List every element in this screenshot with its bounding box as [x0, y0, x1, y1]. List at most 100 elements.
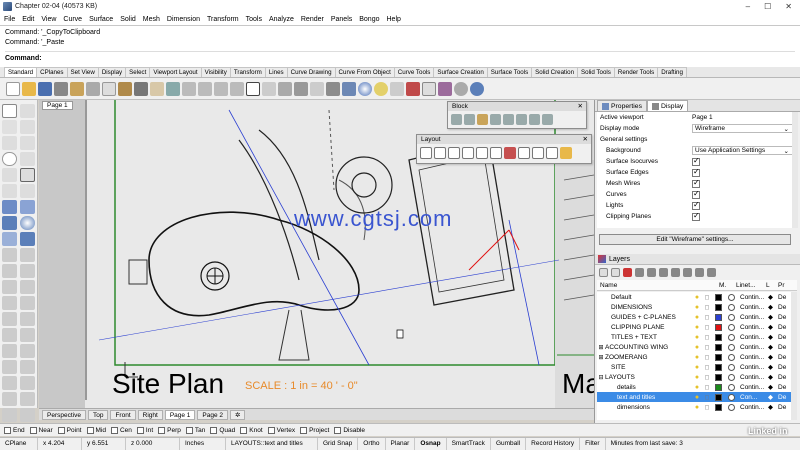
layer-name-cell[interactable]: CLIPPING PLANE — [597, 324, 692, 331]
layer-name-cell[interactable]: ⊞ ZOOMERANG — [597, 354, 692, 361]
freeform-curve-icon[interactable] — [20, 136, 35, 150]
text-icon[interactable] — [20, 184, 35, 198]
extrude-icon[interactable] — [20, 200, 35, 214]
layer-row[interactable]: DIMENSIONS ● ◻ Contin... ◆ De — [597, 302, 797, 312]
curves-checkbox[interactable] — [692, 189, 700, 199]
layer-linetype[interactable]: Contin... — [738, 364, 768, 371]
copy-tool-icon[interactable] — [20, 296, 35, 310]
block-edit-icon[interactable] — [490, 114, 501, 125]
fillet-icon[interactable] — [2, 248, 17, 262]
tab-surface-tools[interactable]: Surface Tools — [486, 67, 533, 77]
layer-name-cell[interactable]: TITLES + TEXT — [597, 334, 692, 341]
planar-toggle[interactable]: Planar — [386, 438, 416, 450]
layer-lineweight[interactable]: ◆ — [768, 363, 778, 371]
move-tool-icon[interactable] — [2, 296, 17, 310]
tab-right[interactable]: Right — [137, 409, 163, 420]
layer-linetype[interactable]: Contin... — [738, 294, 768, 301]
layout-check-icon[interactable] — [476, 147, 488, 159]
layer-lock-icon[interactable]: ◻ — [702, 374, 712, 381]
surface-edges-checkbox[interactable] — [692, 167, 700, 177]
tab-properties[interactable]: Properties — [597, 100, 647, 111]
tab-set-view[interactable]: Set View — [66, 67, 99, 77]
layer-material-swatch[interactable] — [728, 383, 735, 391]
block-define-icon[interactable] — [464, 114, 475, 125]
new-layout-icon[interactable] — [420, 147, 432, 159]
layout-lock-icon[interactable] — [504, 147, 516, 159]
layer-print-width[interactable]: De — [778, 404, 786, 411]
viewport-label-page-1[interactable]: Page 1 — [42, 101, 73, 110]
layer-print-width[interactable]: De — [778, 374, 786, 381]
layer-visible-bulb-icon[interactable]: ● — [692, 334, 702, 341]
layer-color-swatch[interactable] — [715, 353, 722, 361]
layout-detail-icon[interactable] — [462, 147, 474, 159]
ellipse-icon[interactable] — [2, 168, 17, 182]
four-viewports-icon[interactable] — [246, 81, 260, 96]
grid-icon[interactable] — [262, 81, 276, 96]
col-name[interactable]: Name — [597, 282, 719, 289]
layer-row[interactable]: dimensions ● ◻ Contin... ◆ De — [597, 402, 797, 412]
layout-zoom-icon[interactable] — [518, 147, 530, 159]
layout-folder-icon[interactable] — [560, 147, 572, 159]
command-prompt-input[interactable]: Command: — [5, 51, 795, 62]
tab-solid-tools[interactable]: Solid Tools — [577, 67, 615, 77]
layer-name-cell[interactable]: Default — [597, 294, 692, 301]
move-layer-down-icon[interactable] — [647, 267, 656, 277]
arc-icon[interactable] — [20, 152, 35, 166]
new-file-icon[interactable] — [6, 81, 20, 96]
layer-visible-bulb-icon[interactable]: ● — [692, 324, 702, 331]
layer-row[interactable]: details ● ◻ Contin... ◆ De — [597, 382, 797, 392]
layer-row[interactable]: GUIDES + C-PLANES ● ◻ Contin... ◆ De — [597, 312, 797, 322]
lights-checkbox[interactable] — [692, 200, 700, 210]
osnap-tan[interactable]: Tan — [185, 426, 205, 434]
rendered-display-icon[interactable] — [342, 81, 356, 96]
layer-lineweight[interactable]: ◆ — [768, 313, 778, 321]
curve-icon[interactable] — [2, 136, 17, 150]
layer-lock-icon[interactable]: ◻ — [702, 384, 712, 391]
gumball-toggle[interactable]: Gumball — [491, 438, 527, 450]
tab-transform[interactable]: Transform — [229, 67, 266, 77]
layer-visible-bulb-icon[interactable]: ● — [692, 374, 702, 381]
layer-material-swatch[interactable] — [728, 353, 735, 361]
layer-lock-icon[interactable]: ◻ — [702, 304, 712, 311]
copy-icon[interactable] — [102, 81, 116, 96]
shaded-display-icon[interactable] — [326, 81, 340, 96]
layer-material-swatch[interactable] — [728, 393, 735, 401]
menu-solid[interactable]: Solid — [120, 16, 136, 23]
layout-edit-icon[interactable] — [490, 147, 502, 159]
layer-visible-bulb-icon[interactable]: ● — [692, 394, 702, 401]
layer-lock-icon[interactable]: ◻ — [702, 334, 712, 341]
points-off-icon[interactable] — [20, 392, 35, 406]
layer-lock-icon[interactable]: ◻ — [702, 364, 712, 371]
move-icon[interactable] — [294, 81, 308, 96]
layer-lock-icon[interactable]: ◻ — [702, 404, 712, 411]
tab-curve-drawing[interactable]: Curve Drawing — [286, 67, 336, 77]
tab-render-tools[interactable]: Render Tools — [613, 67, 659, 77]
block-explode-icon[interactable] — [503, 114, 514, 125]
rotate-tool-icon[interactable] — [2, 312, 17, 326]
filter-toggle[interactable]: Filter — [580, 438, 606, 450]
layer-visible-bulb-icon[interactable]: ● — [692, 294, 702, 301]
mirror-icon[interactable] — [2, 328, 17, 342]
material-icon[interactable] — [438, 81, 452, 96]
menu-file[interactable]: File — [4, 16, 15, 23]
background-select[interactable]: Use Application Settings ⌄ — [692, 146, 798, 155]
layers-scrollbar[interactable] — [791, 292, 797, 420]
layer-row[interactable]: ⊞ ZOOMERANG ● ◻ Contin... ◆ De — [597, 352, 797, 362]
surface-icon[interactable] — [2, 200, 17, 214]
display-mode-select[interactable]: Wireframe ⌄ — [692, 124, 798, 133]
tab-viewport-layout[interactable]: Viewport Layout — [149, 67, 202, 77]
layer-name-cell[interactable]: GUIDES + C-PLANES — [597, 314, 692, 321]
layer-lineweight[interactable]: ◆ — [768, 303, 778, 311]
layer-tools-icon[interactable] — [683, 267, 692, 277]
help-icon[interactable] — [470, 81, 484, 96]
rectangle-icon[interactable] — [20, 168, 35, 182]
menu-curve[interactable]: Curve — [63, 16, 82, 23]
menu-tools[interactable]: Tools — [246, 16, 262, 23]
import-icon[interactable] — [70, 81, 84, 96]
layer-lineweight[interactable]: ◆ — [768, 353, 778, 361]
layer-lock-icon[interactable]: ◻ — [702, 294, 712, 301]
menu-bongo[interactable]: Bongo — [359, 16, 379, 23]
points-on-icon[interactable] — [2, 392, 17, 406]
layer-expand-icon[interactable]: ⊞ — [597, 344, 605, 351]
new-layer-icon[interactable] — [599, 267, 608, 277]
